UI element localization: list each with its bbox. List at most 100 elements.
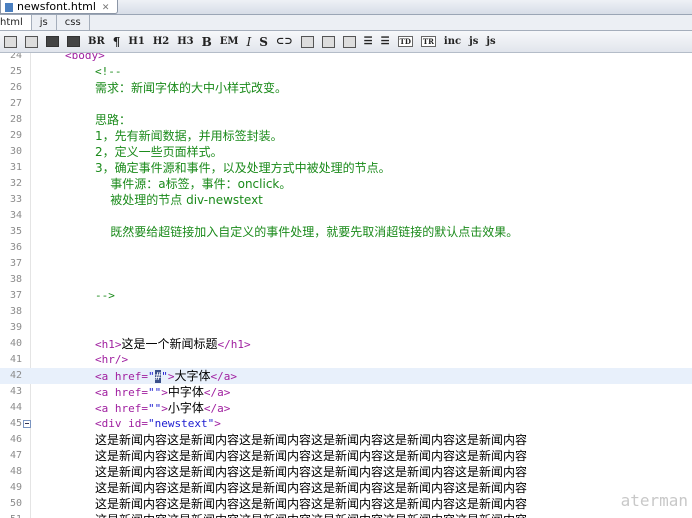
italic-button[interactable]: I <box>246 35 251 49</box>
unordered-list-icon[interactable]: ☰ <box>381 36 390 47</box>
code-text: <a href="#">大字体</a> <box>95 368 237 385</box>
code-editor[interactable]: 24 <body> 25 <!-- 26 需求：新闻字体的大中小样式改变。 27 28 思路： 2… <box>0 53 692 518</box>
line-number: 51 <box>0 512 22 518</box>
code-line[interactable]: 31 3，确定事件源和事件，以及处理方式中被处理的节点。 <box>0 160 692 176</box>
code-line[interactable]: 49 这是新闻内容这是新闻内容这是新闻内容这是新闻内容这是新闻内容这是新闻内容 <box>0 480 692 496</box>
code-line[interactable]: 33 被处理的节点 div-newstext <box>0 192 692 208</box>
code-token: 这是新闻内容这是新闻内容这是新闻内容这是新闻内容这是新闻内容这是新闻内容 <box>95 513 527 518</box>
file-tab[interactable]: newsfont.html ✕ <box>0 0 119 14</box>
list-item-icon[interactable] <box>342 35 356 48</box>
code-line[interactable]: 42 <a href="#">大字体</a> <box>0 368 692 384</box>
code-line[interactable]: 27 <box>0 96 692 112</box>
strike-button[interactable]: S <box>259 35 268 49</box>
code-line[interactable]: 47 这是新闻内容这是新闻内容这是新闻内容这是新闻内容这是新闻内容这是新闻内容 <box>0 448 692 464</box>
code-line[interactable]: 44 <a href="">小字体</a> <box>0 400 692 416</box>
script-button[interactable]: js <box>469 36 478 47</box>
code-line[interactable]: 34 <box>0 208 692 224</box>
code-text: 1，先有新闻数据，并用标签封装。 <box>95 128 283 145</box>
code-line[interactable]: 38 <box>0 304 692 320</box>
line-number: 48 <box>9 466 22 477</box>
code-token: </a> <box>203 402 231 415</box>
code-line[interactable]: 30 2，定义一些页面样式。 <box>0 144 692 160</box>
h1-button[interactable]: H1 <box>128 36 144 47</box>
line-number: 38 <box>9 306 22 317</box>
line-number: 45 <box>9 418 22 429</box>
code-token: > <box>161 386 168 399</box>
code-token: > <box>161 402 168 415</box>
code-text: <h1>这是一个新闻标题</h1> <box>95 336 251 353</box>
file-tab-bar: newsfont.html ✕ <box>0 0 692 15</box>
code-line[interactable]: 36 <box>0 240 692 256</box>
code-line[interactable]: 35 既然要给超链接加入自定义的事件处理，就要先取消超链接的默认点击效果。 <box>0 224 692 240</box>
format-toolbar: BR ¶ H1 H2 H3 B EM I S ⊂⊃ ☰ ☰ TD TR inc … <box>0 31 692 53</box>
layout-1-icon[interactable] <box>4 35 17 48</box>
code-token: </a> <box>203 386 231 399</box>
code-text: 事件源：a标签，事件：onclick。 <box>95 176 291 193</box>
code-token: <body> <box>65 53 105 62</box>
code-line[interactable]: 51 这是新闻内容这是新闻内容这是新闻内容这是新闻内容这是新闻内容这是新闻内容 <box>0 512 692 518</box>
paragraph-button[interactable]: ¶ <box>113 35 121 49</box>
code-line[interactable]: 39 <box>0 320 692 336</box>
code-token: 这是新闻内容这是新闻内容这是新闻内容这是新闻内容这是新闻内容这是新闻内容 <box>95 497 528 511</box>
code-line[interactable]: 32 事件源：a标签，事件：onclick。 <box>0 176 692 192</box>
code-line[interactable]: 43 <a href="">中字体</a> <box>0 384 692 400</box>
code-line[interactable]: 37 <box>0 256 692 272</box>
line-number: 31 <box>9 162 22 173</box>
code-line[interactable]: 28 思路： <box>0 112 692 128</box>
line-number: 26 <box>9 82 22 93</box>
code-text: <hr/> <box>95 352 128 368</box>
code-text: <!-- <box>95 64 122 80</box>
image-icon[interactable] <box>300 35 314 48</box>
code-text: <a href="">小字体</a> <box>95 400 230 417</box>
code-token: " <box>161 370 168 383</box>
em-button[interactable]: EM <box>220 36 239 47</box>
tr-button[interactable]: TR <box>420 36 436 47</box>
layout-4-icon[interactable] <box>67 36 80 47</box>
include-button[interactable]: inc <box>444 36 461 47</box>
tab-css[interactable]: css <box>57 15 90 30</box>
code-line[interactable]: 48 这是新闻内容这是新闻内容这是新闻内容这是新闻内容这是新闻内容这是新闻内容 <box>0 464 692 480</box>
code-token: <!-- <box>95 65 122 78</box>
fold-toggle-icon[interactable] <box>23 420 31 428</box>
line-number: 41 <box>9 354 22 365</box>
code-line[interactable]: 38 <box>0 272 692 288</box>
tab-js[interactable]: js <box>32 15 57 30</box>
script-ext-button[interactable]: js <box>486 36 495 47</box>
td-button[interactable]: TD <box>397 36 413 47</box>
line-number: 50 <box>9 498 22 509</box>
code-token: " <box>147 370 155 383</box>
code-token: "newstext" <box>147 417 215 430</box>
line-number: 34 <box>9 210 22 221</box>
code-line[interactable]: 24 <body> <box>0 53 692 64</box>
code-token: 3，确定事件源和事件，以及处理方式中被处理的节点。 <box>95 161 391 175</box>
layout-2-icon[interactable] <box>25 35 38 48</box>
code-token: 需求：新闻字体的大中小样式改变。 <box>95 81 288 95</box>
close-tab-icon[interactable]: ✕ <box>102 3 110 13</box>
code-line[interactable]: 40 <h1>这是一个新闻标题</h1> <box>0 336 692 352</box>
code-line[interactable]: 46 这是新闻内容这是新闻内容这是新闻内容这是新闻内容这是新闻内容这是新闻内容 <box>0 432 692 448</box>
line-number: 37 <box>9 290 22 301</box>
layout-3-icon[interactable] <box>46 36 59 47</box>
line-number: 39 <box>9 322 22 333</box>
code-line[interactable]: 37 --> <box>0 288 692 304</box>
code-token: <div id= <box>95 417 148 430</box>
bold-button[interactable]: B <box>202 35 212 49</box>
code-line[interactable]: 26 需求：新闻字体的大中小样式改变。 <box>0 80 692 96</box>
code-token: > <box>214 417 221 430</box>
tab-html[interactable]: html <box>0 15 32 30</box>
ordered-list-icon[interactable]: ☰ <box>364 36 373 47</box>
line-number: 29 <box>9 130 22 141</box>
email-icon[interactable] <box>321 35 335 48</box>
code-line[interactable]: 29 1，先有新闻数据，并用标签封装。 <box>0 128 692 144</box>
code-line[interactable]: 50 这是新闻内容这是新闻内容这是新闻内容这是新闻内容这是新闻内容这是新闻内容 <box>0 496 692 512</box>
code-line[interactable]: 25 <!-- <box>0 64 692 80</box>
h2-button[interactable]: H2 <box>153 36 169 47</box>
code-line[interactable]: 41 <hr/> <box>0 352 692 368</box>
link-icon[interactable]: ⊂⊃ <box>276 36 293 47</box>
line-number: 38 <box>9 274 22 285</box>
code-token: 既然要给超链接加入自定义的事件处理，就要先取消超链接的默认点击效果。 <box>95 225 519 239</box>
br-button[interactable]: BR <box>88 36 105 47</box>
code-line[interactable]: 45 <div id="newstext"> <box>0 416 692 432</box>
code-token: 这是新闻内容这是新闻内容这是新闻内容这是新闻内容这是新闻内容这是新闻内容 <box>95 465 528 479</box>
h3-button[interactable]: H3 <box>177 36 193 47</box>
